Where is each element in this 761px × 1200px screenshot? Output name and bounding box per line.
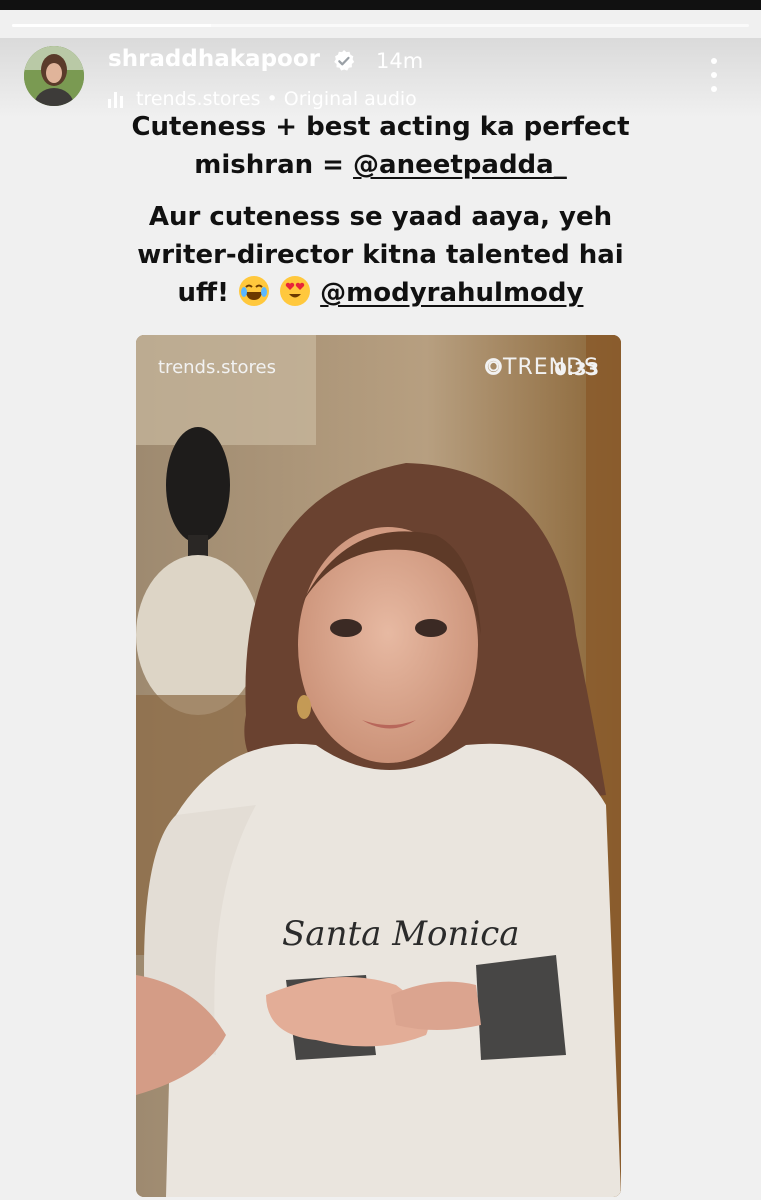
reel-video[interactable]: Santa Monica trends.stores ⭗TRENDS 0:33 [136, 335, 621, 1197]
caption-line: writer-director kitna talented hai [137, 240, 624, 270]
username[interactable]: shraddhakapoor [108, 46, 320, 72]
mention-aneetpadda[interactable]: @aneetpadda_ [353, 150, 567, 180]
post-time: 14m [376, 49, 424, 73]
progress-fill [12, 24, 211, 27]
caption-text: uff! [177, 278, 239, 308]
caption-line: uff! @modyrahulmody [100, 274, 661, 312]
audio-row[interactable]: trends.stores • Original audio [108, 88, 417, 110]
heart-eyes-emoji [280, 276, 311, 306]
video-frame: Santa Monica [136, 335, 621, 1197]
video-timer: 0:33 [554, 359, 599, 380]
video-watermark: trends.stores [158, 357, 276, 378]
audio-label: Original audio [283, 88, 417, 110]
progress-segment [12, 24, 749, 27]
mention-modyrahulmody[interactable]: @modyrahulmody [320, 278, 583, 308]
audio-separator: • [266, 88, 278, 110]
verified-badge-icon [334, 50, 355, 71]
more-vertical-icon[interactable] [704, 58, 724, 92]
status-strip [0, 0, 761, 10]
audio-bars-icon [108, 90, 128, 108]
caption-line: Cuteness + best acting ka perfect [131, 112, 630, 142]
trends-logo-icon: ⭗ [484, 355, 503, 380]
shirt-print: Santa Monica [282, 914, 520, 954]
caption-block-2: Aur cuteness se yaad aaya, yeh writer-di… [100, 198, 661, 312]
audio-source: trends.stores [136, 88, 261, 110]
avatar[interactable] [24, 46, 84, 106]
caption-line: Aur cuteness se yaad aaya, yeh [148, 202, 613, 232]
laughing-tears-emoji [239, 276, 270, 306]
caption-text: mishran = [194, 150, 354, 180]
story-progress [12, 24, 749, 27]
caption-line: mishran = @aneetpadda_ [100, 146, 661, 184]
avatar-image [24, 46, 84, 106]
caption-block-1: Cuteness + best acting ka perfect mishra… [100, 108, 661, 184]
